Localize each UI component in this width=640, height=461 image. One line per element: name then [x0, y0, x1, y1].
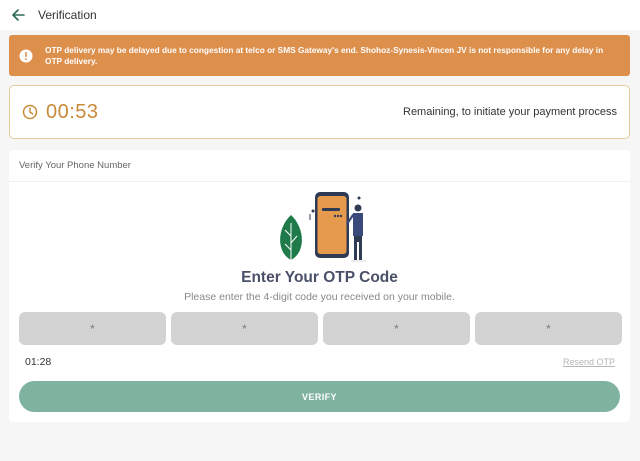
otp-countdown: 01:28: [25, 356, 52, 368]
otp-phone-illustration: [280, 192, 366, 262]
otp-subtitle: Please enter the 4-digit code you receiv…: [184, 291, 455, 303]
payment-timer-card: 00:53 Remaining, to initiate your paymen…: [9, 85, 630, 139]
page-title: Verification: [38, 8, 97, 22]
section-label: Verify Your Phone Number: [9, 150, 630, 182]
verify-phone-card: Verify Your Phone Number Enter Your OTP …: [9, 150, 630, 422]
clock-icon: [22, 104, 38, 120]
otp-delay-warning: OTP delivery may be delayed due to conge…: [9, 35, 630, 76]
otp-title: Enter Your OTP Code: [241, 269, 398, 286]
verify-button[interactable]: VERIFY: [19, 381, 620, 412]
otp-digit-3-input[interactable]: [323, 312, 470, 345]
payment-timer-value: 00:53: [46, 100, 99, 123]
top-bar: Verification: [0, 0, 640, 30]
resend-otp-link[interactable]: Resend OTP: [563, 357, 615, 367]
otp-input-group: [19, 312, 622, 345]
otp-digit-1-input[interactable]: [19, 312, 166, 345]
back-button[interactable]: [10, 7, 26, 23]
warning-message: OTP delivery may be delayed due to conge…: [45, 44, 604, 66]
otp-digit-4-input[interactable]: [475, 312, 622, 345]
exclamation-circle-icon: [19, 49, 33, 62]
payment-timer-note: Remaining, to initiate your payment proc…: [403, 106, 617, 118]
arrow-left-icon: [12, 9, 25, 21]
otp-digit-2-input[interactable]: [171, 312, 318, 345]
verification-screen: Verification OTP delivery may be delayed…: [0, 0, 640, 461]
